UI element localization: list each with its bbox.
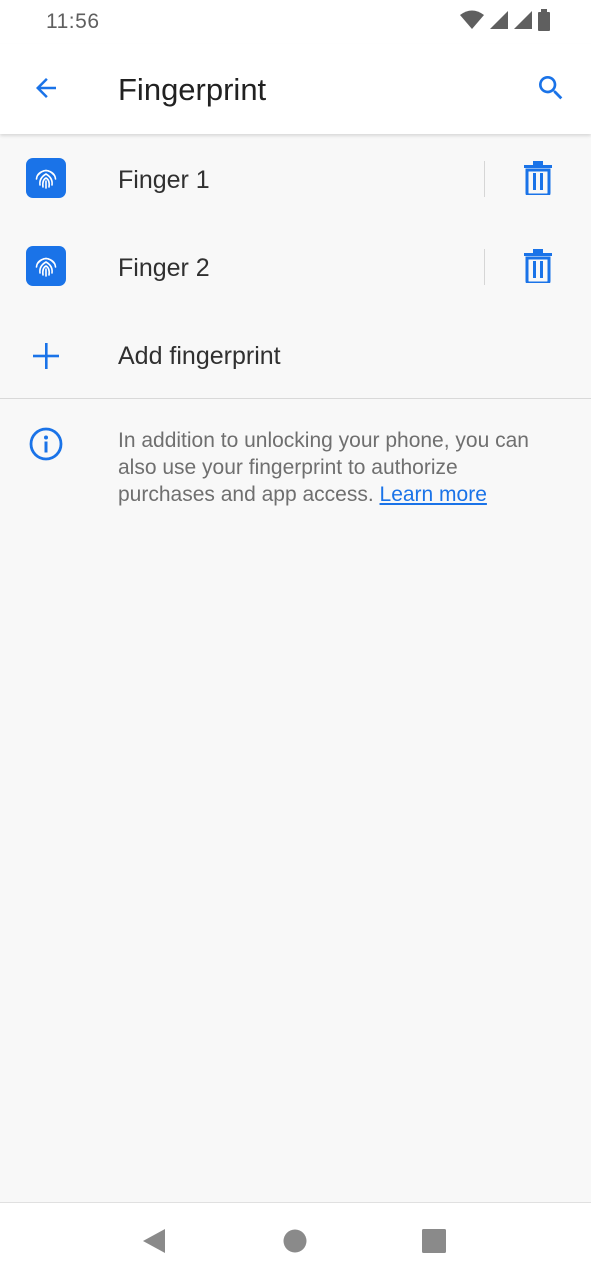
nav-recents-button[interactable] — [412, 1221, 456, 1265]
signal-icon — [489, 10, 509, 35]
battery-icon — [537, 8, 551, 36]
wifi-icon — [459, 10, 485, 35]
fingerprint-label: Finger 2 — [118, 254, 210, 282]
trash-icon — [523, 248, 553, 288]
fingerprint-list: Finger 1 Finger 2 Add fingerprint — [0, 136, 591, 400]
delete-finger-2-button[interactable] — [514, 244, 562, 292]
back-triangle-icon — [141, 1227, 167, 1260]
back-button[interactable] — [22, 66, 70, 114]
fingerprint-item-2[interactable]: Finger 2 — [0, 224, 591, 312]
fingerprint-icon — [26, 158, 66, 198]
fingerprint-item-1[interactable]: Finger 1 — [0, 136, 591, 224]
vertical-divider — [484, 249, 485, 285]
status-bar: 11:56 — [0, 0, 591, 44]
trash-icon — [523, 160, 553, 200]
delete-finger-1-button[interactable] — [514, 156, 562, 204]
search-icon — [535, 72, 567, 109]
nav-home-button[interactable] — [273, 1221, 317, 1265]
arrow-back-icon — [31, 73, 61, 108]
status-icons — [459, 8, 551, 36]
search-button[interactable] — [527, 66, 575, 114]
plus-icon — [26, 336, 66, 376]
nav-back-button[interactable] — [132, 1221, 176, 1265]
home-circle-icon — [282, 1228, 308, 1259]
app-bar: Fingerprint — [0, 44, 591, 134]
recents-square-icon — [421, 1228, 447, 1259]
navigation-bar — [0, 1202, 591, 1281]
page-title: Fingerprint — [118, 72, 267, 107]
signal-icon — [513, 10, 533, 35]
vertical-divider — [484, 161, 485, 197]
status-time: 11:56 — [46, 10, 100, 33]
learn-more-link[interactable]: Learn more — [380, 483, 487, 506]
add-fingerprint-label: Add fingerprint — [118, 342, 281, 370]
fingerprint-label: Finger 1 — [118, 166, 210, 194]
add-fingerprint-button[interactable]: Add fingerprint — [0, 312, 591, 400]
info-text: In addition to unlocking your phone, you… — [118, 427, 558, 508]
info-icon — [26, 424, 66, 464]
section-divider — [0, 398, 591, 399]
fingerprint-icon — [26, 246, 66, 286]
